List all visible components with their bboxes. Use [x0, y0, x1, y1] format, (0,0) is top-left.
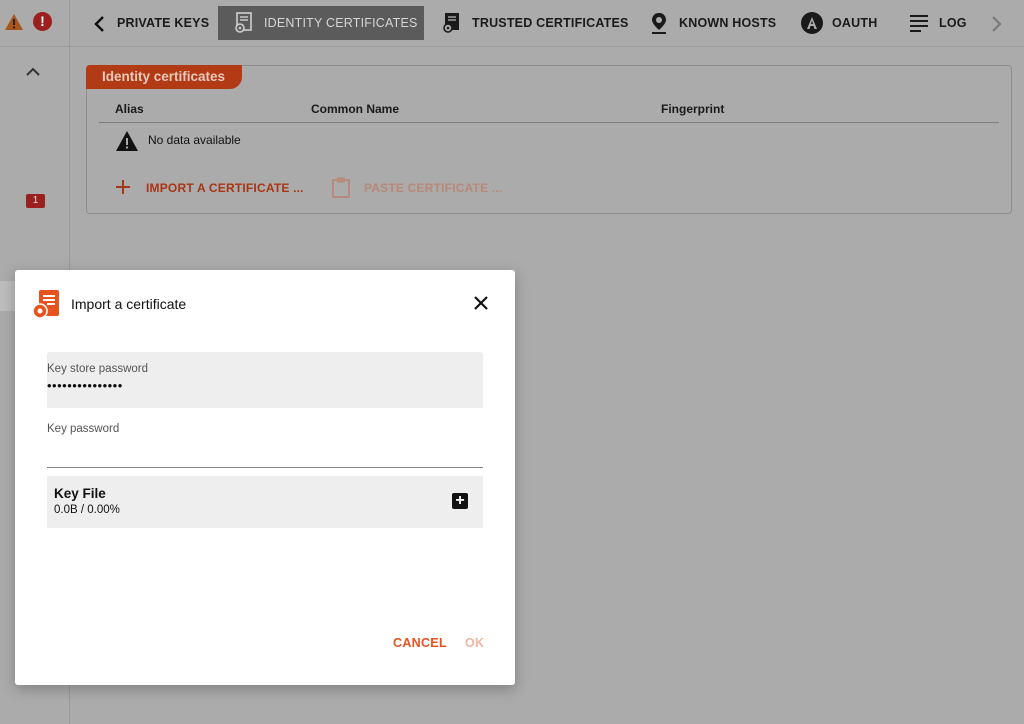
- key-file-title: Key File: [54, 486, 106, 501]
- tab-trusted-certificates[interactable]: TRUSTED CERTIFICATES: [440, 6, 629, 40]
- warning-triangle-icon[interactable]: [4, 13, 24, 31]
- column-header-fingerprint[interactable]: Fingerprint: [661, 102, 724, 116]
- keystore-password-label: Key store password: [47, 363, 148, 375]
- import-certificate-dialog: Import a certificate Key store password …: [15, 270, 515, 685]
- oauth-icon: [801, 12, 823, 34]
- key-password-label: Key password: [47, 423, 120, 435]
- tab-label: OAUTH: [832, 16, 878, 30]
- empty-state-text: No data available: [148, 133, 241, 147]
- column-header-common-name[interactable]: Common Name: [311, 102, 399, 116]
- top-toolbar: ! PRIVATE KEYS IDENTITY CERTIFICATES TRU…: [0, 0, 1024, 47]
- clipboard-icon[interactable]: [331, 176, 351, 198]
- tab-log[interactable]: LOG: [907, 6, 967, 40]
- tab-label: IDENTITY CERTIFICATES: [264, 16, 418, 30]
- notification-badge[interactable]: 1: [26, 194, 45, 208]
- dialog-title: Import a certificate: [71, 296, 187, 312]
- close-icon[interactable]: [472, 294, 490, 312]
- panel-title: Identity certificates: [86, 65, 243, 89]
- chevron-up-icon[interactable]: [24, 65, 42, 77]
- key-file-progress: 0.0B / 0.00%: [54, 504, 120, 516]
- plus-icon[interactable]: [113, 177, 133, 197]
- rail-selection-indicator: [0, 281, 15, 311]
- chevron-left-icon[interactable]: [92, 14, 106, 34]
- warning-triangle-icon: [116, 131, 138, 151]
- identity-certificates-panel: Identity certificates Alias Common Name …: [86, 65, 1012, 214]
- tab-identity-certificates[interactable]: IDENTITY CERTIFICATES: [218, 6, 424, 40]
- tab-label: PRIVATE KEYS: [117, 16, 210, 30]
- tab-label: LOG: [939, 16, 967, 30]
- key-file-upload[interactable]: Key File 0.0B / 0.00% +: [47, 476, 483, 528]
- lines-icon: [910, 15, 928, 32]
- keystore-password-field[interactable]: Key store password •••••••••••••••: [47, 352, 483, 408]
- certificate-gear-icon: [32, 290, 59, 319]
- map-pin-icon: [652, 13, 666, 34]
- keystore-password-value[interactable]: •••••••••••••••: [47, 378, 123, 393]
- header-divider: [99, 122, 999, 123]
- certificate-gear-icon: [443, 13, 459, 33]
- error-circle-icon[interactable]: !: [33, 12, 52, 31]
- cancel-button[interactable]: CANCEL: [393, 636, 447, 650]
- add-file-icon[interactable]: +: [452, 493, 468, 509]
- certificate-gear-icon: [235, 12, 252, 33]
- tab-oauth[interactable]: OAUTH: [800, 6, 877, 40]
- tab-private-keys[interactable]: PRIVATE KEYS: [117, 6, 209, 40]
- import-certificate-button[interactable]: IMPORT A CERTIFICATE ...: [146, 181, 304, 195]
- tab-label: TRUSTED CERTIFICATES: [472, 16, 629, 30]
- column-header-alias[interactable]: Alias: [115, 102, 144, 116]
- ok-button[interactable]: OK: [465, 636, 484, 650]
- status-area: !: [0, 0, 70, 47]
- tab-label: KNOWN HOSTS: [679, 16, 777, 30]
- tab-known-hosts[interactable]: KNOWN HOSTS: [647, 6, 776, 40]
- key-password-field[interactable]: Key password: [47, 412, 483, 468]
- paste-certificate-button[interactable]: PASTE CERTIFICATE ...: [364, 181, 502, 195]
- chevron-right-icon[interactable]: [990, 14, 1004, 34]
